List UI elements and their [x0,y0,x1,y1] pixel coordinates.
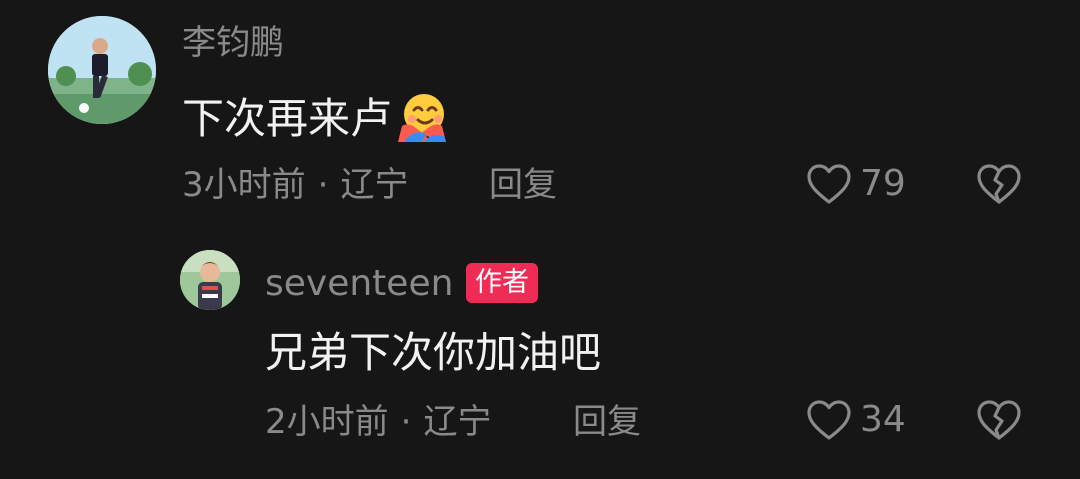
like-count: 79 [860,163,906,204]
meta-separator: · [400,402,412,442]
avatar[interactable] [180,250,240,310]
heart-icon [807,400,851,440]
broken-heart-icon [977,400,1021,440]
dislike-button[interactable] [976,163,1022,205]
avatar-photo [48,16,156,124]
reply-username[interactable]: seventeen [265,266,453,302]
like-count: 34 [860,399,906,440]
avatar[interactable] [48,16,156,124]
like-button[interactable]: 34 [806,399,906,441]
comment-meta: 3小时前 · 辽宁 [182,168,408,202]
comment-text: 下次再来卢 [182,92,450,151]
heart-icon [807,164,851,204]
reply-text: 兄弟下次你加油吧 [265,328,602,377]
reply-meta: 2小时前 · 辽宁 [265,405,491,439]
comment-username[interactable]: 李钧鹏 [182,26,284,60]
reply-time: 2小时前 [265,402,389,442]
comment-text-body: 下次再来卢 [182,94,393,143]
hugging-face-emoji-icon [394,92,450,151]
broken-heart-icon [977,164,1021,204]
dislike-button[interactable] [976,399,1022,441]
comment-location: 辽宁 [340,165,409,205]
avatar-photo [180,250,240,310]
reply-location: 辽宁 [423,402,492,442]
reply-button[interactable]: 回复 [489,168,557,202]
author-badge: 作者 [466,263,538,303]
meta-separator: · [317,165,329,205]
comment-time: 3小时前 [182,165,306,205]
reply-button[interactable]: 回复 [573,405,641,439]
like-button[interactable]: 79 [806,163,906,205]
